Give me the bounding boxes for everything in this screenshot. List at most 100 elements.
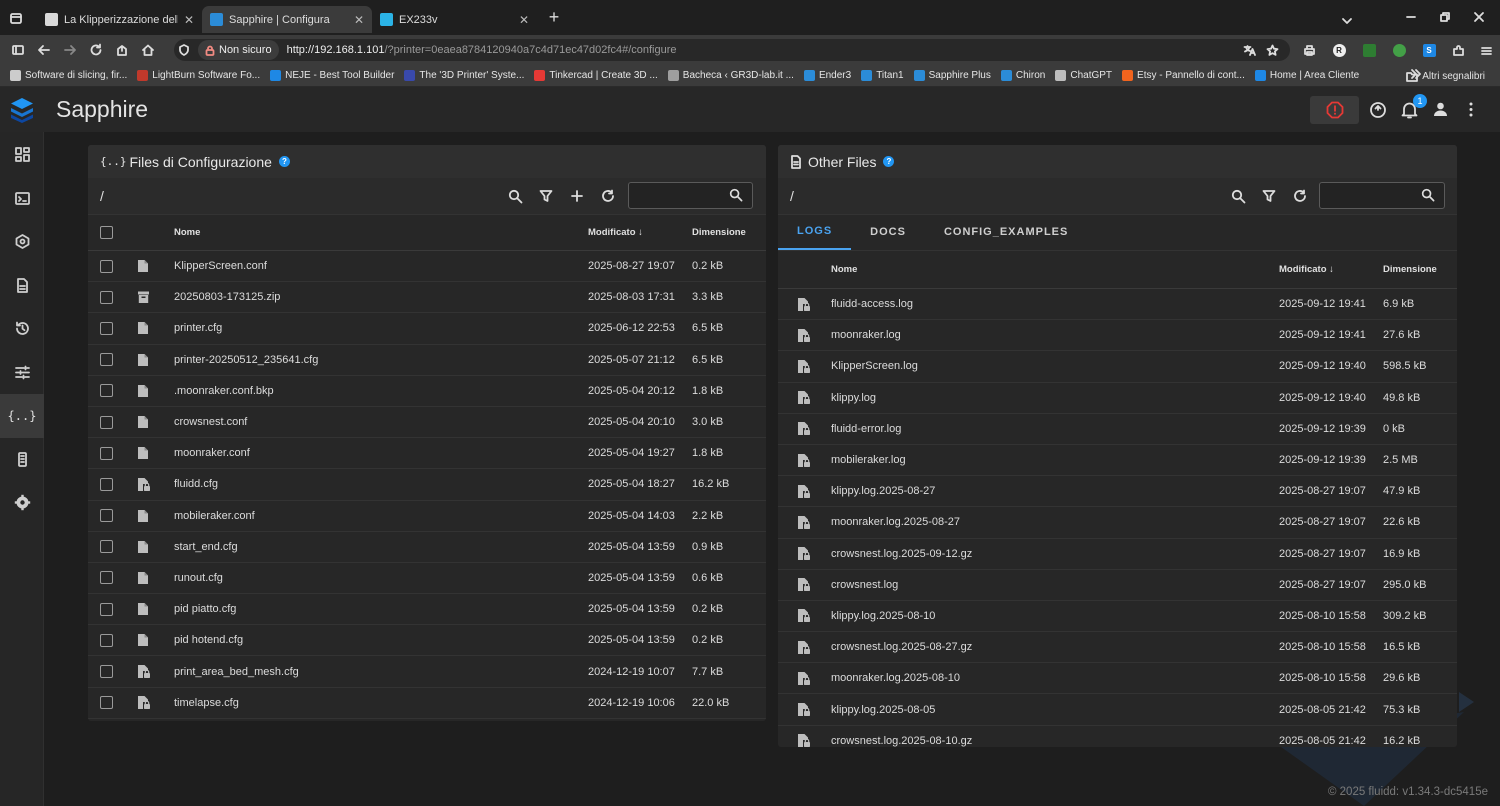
row-checkbox[interactable] [100,602,113,616]
row-checkbox[interactable] [100,321,113,335]
bookmark-item[interactable]: ChatGPT [1050,66,1117,86]
row-checkbox[interactable] [100,477,113,491]
table-row[interactable]: start_end.cfg 2025-05-04 13:59 0.9 kB [88,532,766,563]
filter-icon[interactable] [1258,185,1280,207]
forward-icon[interactable] [57,37,83,63]
search-icon[interactable] [1227,185,1249,207]
row-checkbox[interactable] [100,665,113,679]
restore-icon[interactable] [1432,4,1458,30]
other-bookmarks[interactable]: Altri segnalibri [1401,66,1490,86]
url-text[interactable]: http://192.168.1.101/?printer=0eaea87841… [287,44,677,56]
browser-tab[interactable]: EX233v ✕ [372,6,537,33]
table-row[interactable]: moonraker.log.2025-08-10 2025-08-10 15:58… [778,663,1457,695]
table-row[interactable]: klippy.log.2025-08-10 2025-08-10 15:58 309… [778,601,1457,633]
col-modified[interactable]: Modificato ↓ [1279,264,1334,275]
bookmark-item[interactable]: Chiron [996,66,1050,86]
row-checkbox[interactable] [100,633,113,647]
app-menu-icon[interactable] [1469,102,1473,117]
row-checkbox[interactable] [100,415,113,429]
table-row[interactable]: fluidd-error.log 2025-09-12 19:39 0 kB [778,414,1457,445]
back-icon[interactable] [31,37,57,63]
config-search-input[interactable] [629,183,728,208]
table-row[interactable]: .moonraker.conf.bkp 2025-05-04 20:12 1.8 k… [88,376,766,407]
row-checkbox[interactable] [100,571,113,585]
bookmark-item[interactable]: Titan1 [856,66,908,86]
table-row[interactable]: crowsnest.log.2025-08-27.gz 2025-08-10 15… [778,632,1457,664]
table-row[interactable]: mobileraker.conf 2025-05-04 14:03 2.2 kB [88,501,766,532]
nav-tune[interactable] [0,351,44,395]
tab-list-chevron-icon[interactable] [1334,8,1360,34]
nav-console[interactable] [0,177,44,221]
browser-tab[interactable]: La Klipperizzazione della Chiron ✕ [37,6,202,33]
table-row[interactable]: moonraker.conf 2025-05-04 19:27 1.8 kB [88,438,766,470]
refresh-icon[interactable] [597,185,619,207]
table-row[interactable]: fluidd-access.log 2025-09-12 19:41 6.9 kB [778,289,1457,321]
tab-logs[interactable]: LOGS [778,214,852,250]
bookmark-item[interactable]: Software di slicing, fir... [5,66,132,86]
table-row[interactable]: crowsnest.conf 2025-05-04 20:10 3.0 kB [88,407,766,439]
table-row[interactable]: timelapse.cfg 2024-12-19 10:06 22.0 kB [88,688,766,719]
row-checkbox[interactable] [100,353,113,367]
nav-dashboard[interactable] [0,133,44,177]
other-search-field[interactable] [1319,182,1445,209]
nav-printer[interactable] [0,220,44,264]
table-row[interactable]: 20250803-173125.zip 2025-08-03 17:31 3.3 k… [88,282,766,314]
tab-actions-icon[interactable] [3,5,29,31]
app-logo-icon[interactable] [10,97,34,123]
split-view-icon[interactable] [1472,37,1500,63]
table-row[interactable]: crowsnest.log 2025-08-27 19:07 295.0 kB [778,570,1457,601]
tab-config-examples[interactable]: CONFIG_EXAMPLES [925,214,1087,250]
row-checkbox[interactable] [100,290,113,304]
security-chip[interactable]: Non sicuro [198,40,279,60]
table-row[interactable]: pid piatto.cfg 2025-05-04 13:59 0.2 kB [88,594,766,626]
user-icon[interactable] [1432,101,1449,118]
print-icon[interactable] [1294,37,1324,63]
bookmark-item[interactable]: Home | Area Cliente [1250,66,1364,86]
table-row[interactable]: pid hotend.cfg 2025-05-04 13:59 0.2 kB [88,625,766,657]
nav-system[interactable] [0,438,44,482]
bookmark-item[interactable]: LightBurn Software Fo... [132,66,265,86]
col-name[interactable]: Nome [831,264,857,275]
emergency-stop-button[interactable] [1310,96,1359,124]
table-row[interactable]: fluidd.cfg 2025-05-04 18:27 16.2 kB [88,469,766,501]
sidebar-toggle-icon[interactable] [5,37,31,63]
nav-history[interactable] [0,307,44,351]
table-row[interactable]: mobileraker.log 2025-09-12 19:39 2.5 MB [778,445,1457,477]
col-name[interactable]: Nome [174,227,200,238]
search-icon[interactable] [504,185,526,207]
row-checkbox[interactable] [100,259,113,273]
col-size[interactable]: Dimensione [1383,264,1437,275]
table-row[interactable]: crowsnest.log.2025-08-10.gz 2025-08-05 21… [778,726,1457,747]
bookmark-item[interactable]: Tinkercad | Create 3D ... [529,66,662,86]
help-icon[interactable]: ? [278,156,290,167]
help-icon[interactable]: ? [883,156,895,167]
refresh-icon[interactable] [1289,185,1311,207]
table-row[interactable]: klippy.log.2025-08-05 2025-08-05 21:42 75.… [778,694,1457,726]
nav-settings[interactable] [0,481,44,525]
row-checkbox[interactable] [100,540,113,554]
table-row[interactable]: moonraker.log 2025-09-12 19:41 27.6 kB [778,320,1457,352]
translate-icon[interactable] [1243,44,1256,57]
tab-close-icon[interactable]: ✕ [354,13,364,27]
select-all-checkbox[interactable] [100,226,113,239]
table-row[interactable]: klippy.log.2025-08-27 2025-08-27 19:07 47.… [778,476,1457,508]
bookmark-item[interactable]: Sapphire Plus [909,66,996,86]
col-modified[interactable]: Modificato ↓ [588,227,643,238]
bookmark-star-icon[interactable] [1266,44,1279,57]
extension-puzzle-green-icon[interactable] [1384,37,1414,63]
tab-close-icon[interactable]: ✕ [519,13,529,27]
bookmark-item[interactable]: Etsy - Pannello di cont... [1117,66,1250,86]
filter-icon[interactable] [535,185,557,207]
tab-docs[interactable]: DOCS [851,214,925,250]
tab-close-icon[interactable]: ✕ [184,13,194,27]
site-info-icon[interactable] [174,44,194,56]
extensions-home-icon[interactable] [109,37,135,63]
nav-configure[interactable]: {..} [0,394,44,438]
add-icon[interactable] [566,185,588,207]
bookmark-item[interactable]: The '3D Printer' Syste... [399,66,529,86]
table-row[interactable]: printer-20250512_235641.cfg 2025-05-07 21… [88,345,766,376]
table-row[interactable]: KlipperScreen.conf 2025-08-27 19:07 0.2 kB [88,251,766,283]
table-row[interactable]: printer.cfg 2025-06-12 22:53 6.5 kB [88,313,766,345]
new-tab-button[interactable]: + [541,5,567,31]
extension-r-icon[interactable]: R [1324,37,1354,63]
